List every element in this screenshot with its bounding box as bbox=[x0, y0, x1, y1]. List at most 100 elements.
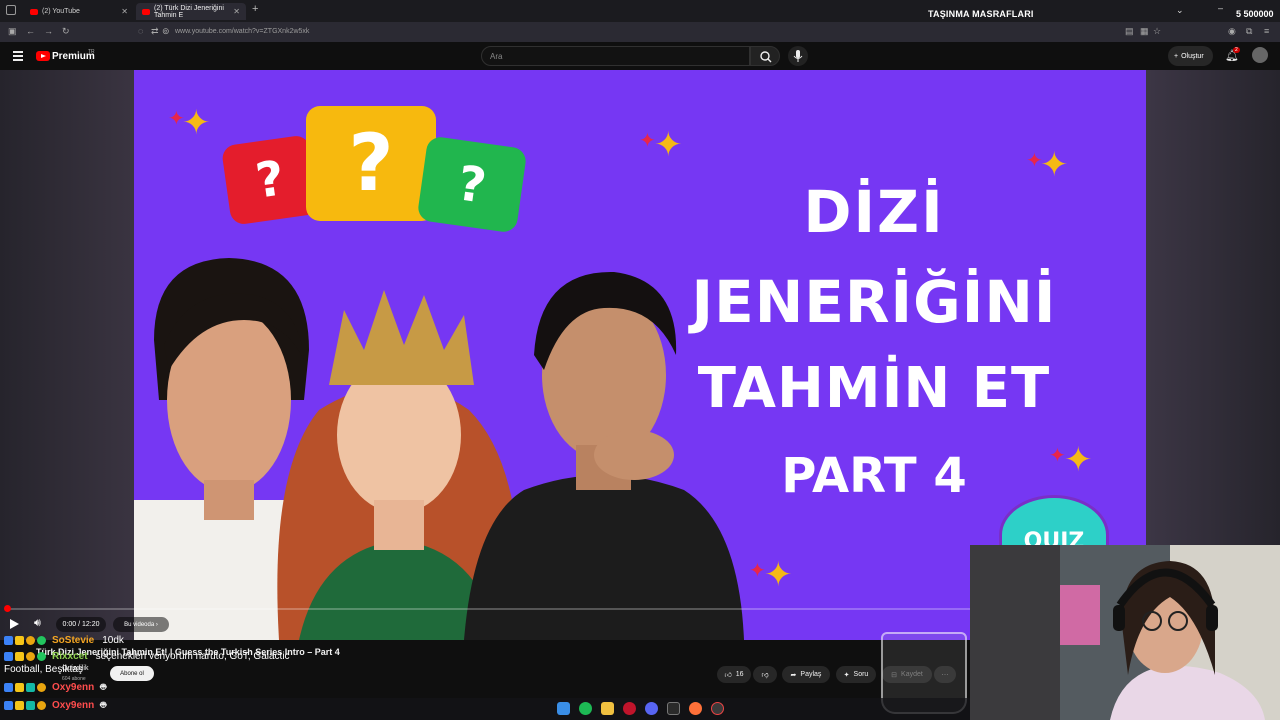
subscribe-button[interactable]: Abone ol bbox=[110, 666, 154, 681]
webcam-feed bbox=[970, 545, 1280, 720]
badge-icon bbox=[37, 682, 46, 692]
search-input[interactable]: Ara bbox=[481, 46, 750, 66]
file-explorer-icon[interactable] bbox=[601, 702, 614, 715]
chat-username[interactable]: Oxy9enn bbox=[52, 682, 94, 693]
reader-icon[interactable]: ▤ bbox=[1125, 26, 1134, 37]
lock-icon: ⊚ bbox=[162, 26, 170, 36]
extensions-icon[interactable]: ⧉ bbox=[1246, 26, 1252, 37]
badge-icon bbox=[4, 652, 13, 661]
tab-label: (2) Türk Dizi Jeneriğini Tahmin E bbox=[154, 4, 224, 19]
person-image-right bbox=[464, 271, 744, 640]
time-display: 0:00 / 12:20 bbox=[56, 617, 106, 632]
obs-icon[interactable] bbox=[711, 702, 724, 715]
sparkle-icon: ✦ bbox=[654, 125, 683, 165]
search-icon bbox=[760, 51, 772, 63]
chapters-button[interactable]: Bu videoda › bbox=[113, 617, 169, 632]
country-code: TR bbox=[88, 49, 95, 55]
windows-start-icon[interactable] bbox=[557, 702, 570, 715]
badge-icon bbox=[26, 682, 35, 692]
new-tab-icon[interactable]: + bbox=[252, 3, 258, 15]
emote-icon: 🤖︎ bbox=[100, 682, 107, 693]
badge-icon bbox=[15, 682, 24, 692]
badge-icon bbox=[37, 700, 46, 710]
ask-label: Soru bbox=[853, 671, 869, 678]
create-label: Oluştur bbox=[1181, 52, 1204, 60]
terminal-icon[interactable] bbox=[667, 702, 680, 715]
streamer-webcam-image bbox=[970, 545, 1280, 720]
back-icon[interactable]: ← bbox=[26, 26, 35, 36]
browser-tab-bar: (2) YouTube ✕ (2) Türk Dizi Jeneriğini T… bbox=[0, 0, 1280, 22]
tab-close-icon[interactable]: ✕ bbox=[121, 7, 128, 16]
sparkle-icon: ✦ bbox=[764, 555, 793, 595]
youtube-favicon-icon bbox=[142, 8, 150, 15]
chat-message: Oxy9enn 🤖︎ bbox=[4, 698, 106, 712]
url-text[interactable]: www.youtube.com/watch?v=ZTGXnk2w5xk bbox=[175, 28, 309, 35]
question-bubble-red: ? bbox=[220, 134, 320, 226]
sparkle-icon: ✦ bbox=[182, 103, 211, 143]
chat-username[interactable]: SoStevie bbox=[52, 635, 94, 646]
volume-icon[interactable]: 🔊︎ bbox=[34, 617, 41, 630]
play-icon[interactable] bbox=[10, 619, 19, 629]
minimize-icon[interactable]: – bbox=[1218, 3, 1223, 13]
badge-icon bbox=[26, 636, 35, 645]
share-button[interactable]: ➦ Paylaş bbox=[782, 666, 830, 683]
chat-username[interactable]: Rixxcet bbox=[52, 651, 88, 662]
share-icon: ➦ bbox=[790, 671, 797, 679]
thumbs-down-icon: 👎︎ bbox=[761, 672, 769, 679]
notification-count-badge: 2 bbox=[1233, 47, 1240, 53]
badge-icon bbox=[4, 636, 13, 645]
like-count: 16 bbox=[735, 671, 744, 678]
browser-address-bar: ▣ ← → ↻ ◌ ⇄ ⊚ www.youtube.com/watch?v=ZT… bbox=[0, 22, 1280, 60]
dislike-button[interactable]: 👎︎ bbox=[753, 666, 777, 683]
chat-message: Rixxcet seçenekleri veriyorum naruto, Go… bbox=[4, 651, 290, 662]
chevron-down-icon[interactable]: ⌄ bbox=[1176, 5, 1184, 16]
avatar[interactable] bbox=[1252, 47, 1268, 63]
reload-icon[interactable]: ↻ bbox=[62, 26, 70, 37]
hamburger-menu-icon[interactable] bbox=[13, 51, 23, 63]
youtube-favicon-icon bbox=[30, 8, 38, 15]
spotify-icon[interactable] bbox=[579, 702, 592, 715]
emote-icon: 🤖︎ bbox=[100, 700, 107, 711]
opera-icon[interactable] bbox=[623, 702, 636, 715]
tab-video[interactable]: (2) Türk Dizi Jeneriğini Tahmin E ✕ bbox=[136, 3, 246, 20]
search-button[interactable] bbox=[750, 46, 780, 66]
ask-button[interactable]: ✦ Soru bbox=[836, 666, 876, 683]
permissions-icon[interactable]: ⇄ bbox=[151, 26, 159, 37]
account-icon[interactable]: ◉ bbox=[1228, 26, 1236, 37]
forward-icon[interactable]: → bbox=[44, 26, 53, 36]
share-label: Paylaş bbox=[800, 671, 822, 678]
browser-menu-icon[interactable]: ≡ bbox=[1264, 26, 1269, 36]
badge-icon bbox=[4, 700, 13, 710]
tab-close-icon[interactable]: ✕ bbox=[233, 7, 240, 16]
browser-menu-icon[interactable] bbox=[6, 5, 16, 15]
discord-icon[interactable] bbox=[645, 702, 658, 715]
voice-search-button[interactable] bbox=[788, 46, 808, 66]
chat-text: Football, Beşiktaş bbox=[4, 664, 83, 675]
tab-label: (2) YouTube bbox=[42, 8, 80, 15]
overlay-goal-title: TAŞINMA MASRAFLARI bbox=[928, 9, 1034, 19]
youtube-logo-icon[interactable] bbox=[36, 51, 50, 61]
sparkle-icon: ✦ bbox=[1040, 145, 1069, 185]
bookmark-star-icon[interactable]: ☆ bbox=[1153, 26, 1161, 37]
verified-icon bbox=[37, 636, 46, 645]
badge-icon bbox=[15, 652, 24, 661]
sparkle-icon: ✦ bbox=[843, 671, 850, 679]
like-button[interactable]: 👍︎ 16 bbox=[717, 666, 751, 683]
thumbs-up-icon: 👍︎ bbox=[724, 672, 732, 679]
badge-icon bbox=[15, 700, 24, 710]
tab-youtube[interactable]: (2) YouTube ✕ bbox=[24, 3, 134, 20]
progress-scrubber-handle[interactable] bbox=[4, 605, 11, 612]
ambient-glow-left bbox=[0, 70, 134, 640]
firefox-icon[interactable] bbox=[689, 702, 702, 715]
screenshot-icon[interactable]: ▦ bbox=[1140, 26, 1149, 37]
chat-text: 10dk bbox=[102, 635, 124, 646]
ambient-glow-right bbox=[1146, 70, 1280, 550]
create-button[interactable]: + Oluştur bbox=[1168, 46, 1213, 66]
sidebar-icon[interactable]: ▣ bbox=[8, 26, 17, 37]
chat-username[interactable]: Oxy9enn bbox=[52, 700, 94, 711]
plus-icon: + bbox=[1174, 52, 1179, 60]
question-bubble-green: ? bbox=[416, 135, 528, 234]
badge-icon bbox=[26, 652, 35, 661]
microphone-icon bbox=[793, 50, 803, 62]
video-progress-bar[interactable] bbox=[6, 608, 970, 610]
